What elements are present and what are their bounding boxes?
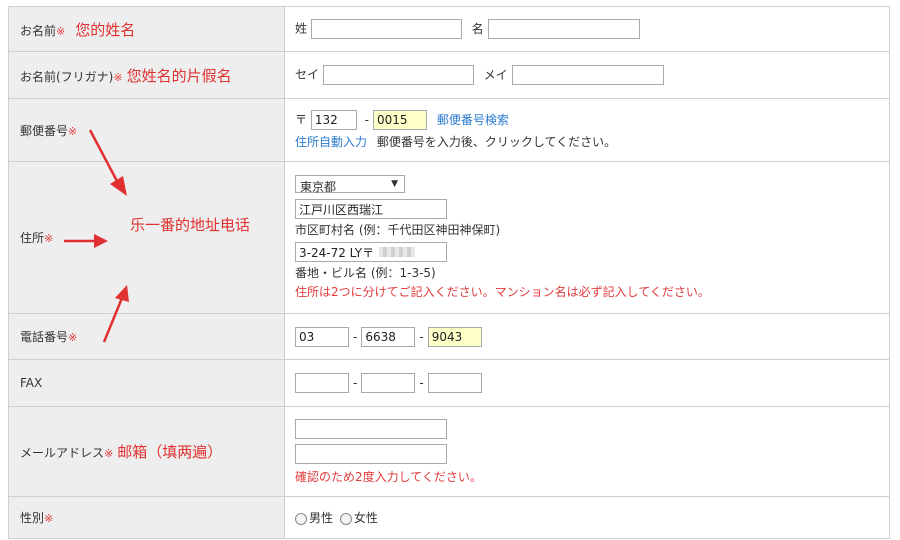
address-phone-annotation: 乐一番的地址电话 xyxy=(130,216,251,234)
gender-female-radio[interactable] xyxy=(339,512,352,525)
email-line-2 xyxy=(295,443,889,464)
address-autofill-link[interactable]: 住所自動入力 xyxy=(295,135,367,149)
email-confirm-input[interactable] xyxy=(295,443,447,464)
first-name-input[interactable] xyxy=(487,19,640,39)
chevron-down-icon: ▼ xyxy=(391,179,398,189)
last-name-input[interactable] xyxy=(310,19,462,39)
row-address: 住所※ 東京都 ▼ 市区町村名 (例：千代田区神田神保町) 番地・ビル名 (例：… xyxy=(8,161,890,314)
street-input[interactable] xyxy=(295,242,447,262)
required-mark: ※ xyxy=(104,447,114,460)
value-cell-postal: 〒 - 郵便番号検索 住所自動入力 郵便番号を入力後、クリックしてください。 xyxy=(284,98,890,162)
sei-kana-label: セイ xyxy=(295,67,320,82)
kana-annotation: 您姓名的片假名 xyxy=(126,66,232,85)
label-cell-kana: お名前(フリガナ)※ 您姓名的片假名 xyxy=(8,51,285,99)
row-kana: お名前(フリガナ)※ 您姓名的片假名 セイ メイ xyxy=(8,51,890,99)
postal-prefix: 〒 xyxy=(295,112,308,127)
row-phone: 電話番号※ -- xyxy=(8,313,890,360)
fax-label: FAX xyxy=(20,376,43,390)
last-name-kana-input[interactable] xyxy=(322,65,474,85)
gender-male-label: 男性 xyxy=(309,511,334,525)
city-line xyxy=(295,199,889,219)
value-cell-phone: -- xyxy=(284,313,890,360)
gender-male-radio[interactable] xyxy=(295,512,307,525)
value-cell-address: 東京都 ▼ 市区町村名 (例：千代田区神田神保町) 番地・ビル名 (例：1-3-… xyxy=(284,161,890,314)
label-cell-name: お名前※ 您的姓名 xyxy=(8,6,285,52)
value-cell-email: 確認のため2度入力してください。 xyxy=(284,406,890,497)
fax-part3-input[interactable] xyxy=(427,373,482,393)
postal-label: 郵便番号 xyxy=(20,123,69,138)
postal-code-part1-input[interactable] xyxy=(310,110,357,130)
required-mark: ※ xyxy=(68,124,78,138)
required-mark: ※ xyxy=(44,232,54,245)
prefecture-selected: 東京都 xyxy=(300,180,337,194)
row-postal: 郵便番号※ 〒 - 郵便番号検索 住所自動入力 郵便番号を入力後、クリックしてく… xyxy=(8,98,890,162)
postal-auto-line: 住所自動入力 郵便番号を入力後、クリックしてください。 xyxy=(295,133,889,150)
gender-label: 性別 xyxy=(20,511,45,525)
postal-code-part2-input[interactable] xyxy=(373,110,428,130)
postal-search-link[interactable]: 郵便番号検索 xyxy=(437,113,509,127)
city-hint: 市区町村名 (例：千代田区神田神保町) xyxy=(295,223,501,237)
kana-label: お名前(フリガナ) xyxy=(20,69,114,84)
email-warning: 確認のため2度入力してください。 xyxy=(295,469,482,484)
label-cell-gender: 性別※ xyxy=(8,496,285,539)
street-hint: 番地・ビル名 (例：1-3-5) xyxy=(295,266,436,280)
gender-female-label: 女性 xyxy=(353,511,378,525)
city-input[interactable] xyxy=(295,199,447,219)
row-gender: 性別※ 男性 女性 xyxy=(8,496,890,539)
required-mark: ※ xyxy=(68,331,78,344)
prefecture-select[interactable]: 東京都 ▼ xyxy=(295,175,405,194)
phone-part1-input[interactable] xyxy=(295,326,349,347)
order-form: お名前※ 您的姓名 姓 名 お名前(フリガナ)※ 您姓名的片假名 セイ メイ 郵便番… xyxy=(8,6,890,539)
email-line-1 xyxy=(295,418,889,439)
row-name: お名前※ 您的姓名 姓 名 xyxy=(8,6,890,52)
phone-part2-input[interactable] xyxy=(361,326,416,347)
row-fax: FAX -- xyxy=(8,359,890,407)
fax-dash: - xyxy=(419,376,424,390)
email-label: メールアドレス xyxy=(20,446,105,460)
value-cell-gender: 男性 女性 xyxy=(284,496,890,539)
value-cell-fax: -- xyxy=(284,359,890,407)
address-warning: 住所は2つに分けてご記入ください。マンション名は必ず記入してください。 xyxy=(295,285,710,299)
value-cell-name: 姓 名 xyxy=(284,6,890,52)
redacted-text xyxy=(379,247,415,257)
required-mark: ※ xyxy=(113,70,123,84)
label-cell-fax: FAX xyxy=(8,359,285,407)
name-label: お名前 xyxy=(20,23,57,38)
fax-part1-input[interactable] xyxy=(295,373,349,393)
phone-part3-input[interactable] xyxy=(427,326,482,347)
label-cell-postal: 郵便番号※ xyxy=(8,98,285,162)
phone-dash: - xyxy=(353,329,358,344)
value-cell-kana: セイ メイ xyxy=(284,51,890,99)
label-cell-address: 住所※ xyxy=(8,161,285,314)
required-mark: ※ xyxy=(56,24,66,38)
phone-dash: - xyxy=(419,329,424,344)
label-cell-email: メールアドレス※ 邮箱（填两遍） xyxy=(8,406,285,497)
prefecture-line: 東京都 ▼ xyxy=(295,175,889,194)
fax-part2-input[interactable] xyxy=(361,373,416,393)
phone-label: 電話番号 xyxy=(20,330,69,344)
postal-line: 〒 - 郵便番号検索 xyxy=(295,110,889,130)
first-name-kana-input[interactable] xyxy=(511,65,664,85)
mei-label: 名 xyxy=(471,21,484,36)
email-input[interactable] xyxy=(295,418,447,439)
name-annotation: 您的姓名 xyxy=(75,20,136,39)
email-annotation: 邮箱（填两遍） xyxy=(117,443,223,461)
label-cell-phone: 電話番号※ xyxy=(8,313,285,360)
required-mark: ※ xyxy=(44,512,54,525)
row-email: メールアドレス※ 邮箱（填两遍） 確認のため2度入力してください。 xyxy=(8,406,890,497)
mei-kana-label: メイ xyxy=(483,67,508,82)
address-autofill-desc: 郵便番号を入力後、クリックしてください。 xyxy=(376,135,617,149)
address-label: 住所 xyxy=(20,231,45,245)
fax-dash: - xyxy=(353,376,358,390)
postal-dash: - xyxy=(364,113,370,127)
sei-label: 姓 xyxy=(295,21,308,36)
street-line xyxy=(295,242,889,262)
